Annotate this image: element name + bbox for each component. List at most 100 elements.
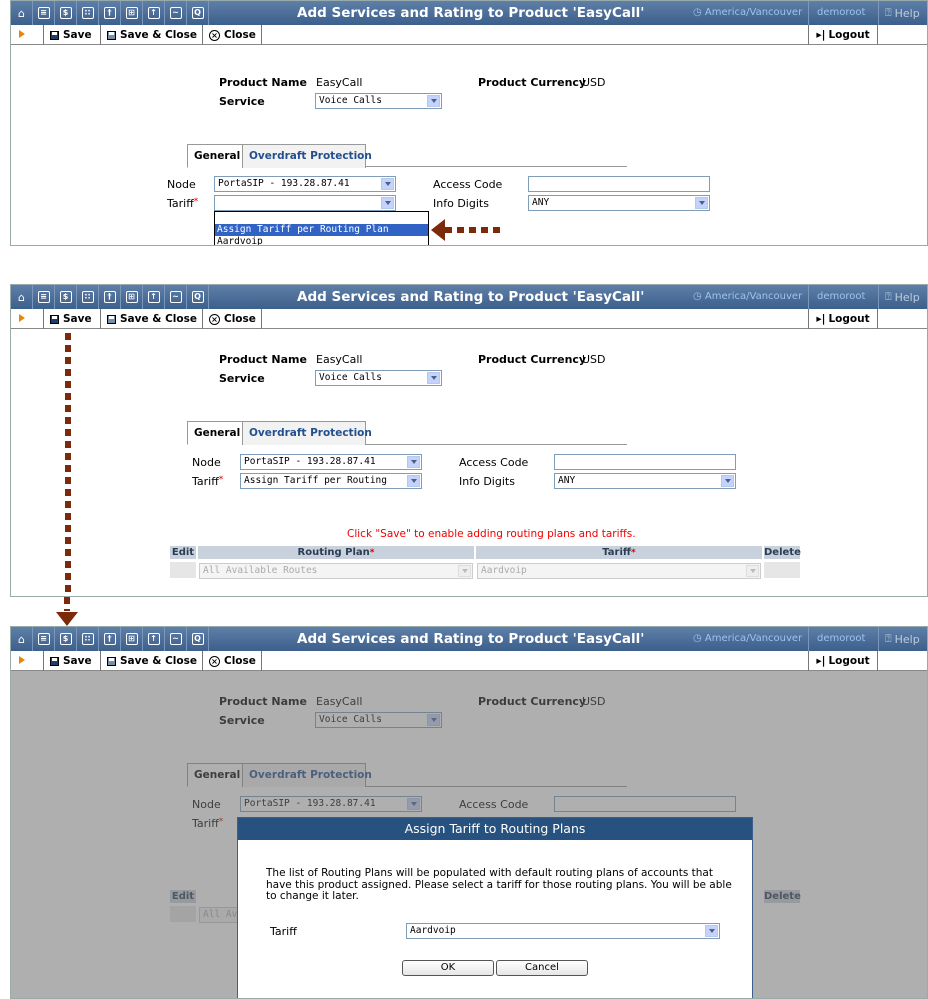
- upload-icon[interactable]: ↑: [143, 285, 165, 309]
- close-button[interactable]: × Close: [202, 25, 262, 45]
- disk-icon: [107, 30, 116, 40]
- network-icon[interactable]: ⊞: [121, 285, 143, 309]
- home-icon[interactable]: ⌂: [11, 627, 33, 651]
- chevron-down-icon: [721, 475, 734, 487]
- cancel-button[interactable]: Cancel: [496, 960, 588, 976]
- access-code-input[interactable]: [528, 176, 710, 192]
- help-link[interactable]: ⍰ Help: [878, 627, 920, 651]
- list-icon[interactable]: ≡: [33, 627, 55, 651]
- save-button[interactable]: Save: [43, 25, 100, 45]
- info-digits-label: Info Digits: [433, 197, 489, 210]
- home-icon[interactable]: ⌂: [11, 1, 33, 25]
- logout-button[interactable]: ▸| Logout: [808, 309, 878, 329]
- info-digits-select[interactable]: ANY: [528, 195, 710, 211]
- table-cell: [763, 561, 801, 579]
- timezone-link[interactable]: ◷ America/Vancouver: [693, 7, 802, 18]
- product-currency-label: Product Currency: [478, 76, 587, 89]
- tab-general[interactable]: General: [187, 144, 243, 168]
- chevron-down-icon: [458, 565, 471, 577]
- node-select[interactable]: PortaSIP - 193.28.87.41: [214, 176, 396, 192]
- ok-button[interactable]: OK: [402, 960, 494, 976]
- search-icon[interactable]: Q: [187, 627, 209, 651]
- service-select[interactable]: Voice Calls: [315, 370, 442, 386]
- list-icon[interactable]: ≡: [33, 1, 55, 25]
- service-label: Service: [219, 95, 265, 108]
- timezone-link[interactable]: ◷ America/Vancouver: [693, 633, 802, 644]
- timezone-link[interactable]: ◷ America/Vancouver: [693, 291, 802, 302]
- tariff-select[interactable]: [214, 195, 396, 211]
- node-select[interactable]: PortaSIP - 193.28.87.41: [240, 454, 422, 470]
- dollar-icon[interactable]: $: [55, 285, 77, 309]
- chart-icon[interactable]: ~: [165, 1, 187, 25]
- network-icon[interactable]: ⊞: [121, 1, 143, 25]
- service-select[interactable]: Voice Calls: [315, 93, 442, 109]
- dollar-icon[interactable]: $: [55, 1, 77, 25]
- dropdown-option-selected[interactable]: Assign Tariff per Routing Plan: [215, 224, 428, 236]
- chevron-down-icon: [695, 197, 708, 209]
- search-icon[interactable]: Q: [187, 285, 209, 309]
- user-link[interactable]: demoroot: [817, 7, 865, 18]
- annotation-dotted-line: [65, 333, 71, 596]
- person-icon[interactable]: †: [99, 627, 121, 651]
- help-link[interactable]: ⍰ Help: [878, 285, 920, 309]
- close-button[interactable]: × Close: [202, 309, 262, 329]
- toolbar-icons: ⌂ ≡ $ ∷ † ⊞ ↑ ~ Q: [11, 1, 209, 25]
- logout-icon: ▸|: [816, 655, 826, 667]
- info-digits-label: Info Digits: [459, 475, 515, 488]
- tariff-select[interactable]: Assign Tariff per Routing: [240, 473, 422, 489]
- tariff-label: Tariff*: [192, 475, 224, 488]
- close-button[interactable]: × Close: [202, 651, 262, 671]
- network-icon[interactable]: ⊞: [121, 627, 143, 651]
- screen-panel-2: ⌂ ≡ $ ∷ † ⊞ ↑ ~ Q Add Services and Ratin…: [10, 284, 928, 597]
- user-link[interactable]: demoroot: [817, 633, 865, 644]
- upload-icon[interactable]: ↑: [143, 627, 165, 651]
- dialog-tariff-select[interactable]: Aardvoip: [406, 923, 720, 939]
- help-icon: ⍰: [885, 290, 892, 303]
- person-icon[interactable]: †: [99, 1, 121, 25]
- screen-panel-3: ⌂ ≡ $ ∷ † ⊞ ↑ ~ Q Add Services and Ratin…: [10, 626, 928, 999]
- save-button[interactable]: Save: [43, 309, 100, 329]
- save-close-button[interactable]: Save & Close: [100, 309, 202, 329]
- logout-button[interactable]: ▸| Logout: [808, 651, 878, 671]
- action-bar: Save Save & Close × Close ▸| Logout: [11, 309, 927, 329]
- close-icon: ×: [209, 313, 220, 325]
- logout-button[interactable]: ▸| Logout: [808, 25, 878, 45]
- chart-icon[interactable]: ~: [165, 627, 187, 651]
- column-routing-plan: Routing Plan*: [197, 545, 475, 560]
- page-title: Add Services and Rating to Product 'Easy…: [297, 289, 645, 305]
- node-label: Node: [192, 456, 221, 469]
- search-icon[interactable]: Q: [187, 1, 209, 25]
- close-icon: ×: [209, 655, 220, 667]
- routing-plan-select: All Available Routes: [199, 563, 473, 579]
- action-bar: Save Save & Close × Close ▸| Logout: [11, 25, 927, 45]
- chevron-down-icon: [407, 456, 420, 468]
- dropdown-option[interactable]: [215, 212, 428, 224]
- dropdown-option[interactable]: Aardvoip: [215, 236, 428, 245]
- help-link[interactable]: ⍰ Help: [878, 1, 920, 25]
- save-close-button[interactable]: Save & Close: [100, 25, 202, 45]
- grid-icon[interactable]: ∷: [77, 285, 99, 309]
- column-tariff: Tariff*: [475, 545, 763, 560]
- title-bar: ⌂ ≡ $ ∷ † ⊞ ↑ ~ Q Add Services and Ratin…: [11, 627, 927, 651]
- dollar-icon[interactable]: $: [55, 627, 77, 651]
- info-digits-select[interactable]: ANY: [554, 473, 736, 489]
- annotation-arrow-icon: [56, 612, 78, 626]
- person-icon[interactable]: †: [99, 285, 121, 309]
- routing-tariff-select: Aardvoip: [477, 563, 761, 579]
- grid-icon[interactable]: ∷: [77, 627, 99, 651]
- list-icon[interactable]: ≡: [33, 285, 55, 309]
- user-link[interactable]: demoroot: [817, 291, 865, 302]
- save-close-button[interactable]: Save & Close: [100, 651, 202, 671]
- logout-icon: ▸|: [816, 29, 826, 41]
- home-icon[interactable]: ⌂: [11, 285, 33, 309]
- grid-icon[interactable]: ∷: [77, 1, 99, 25]
- upload-icon[interactable]: ↑: [143, 1, 165, 25]
- access-code-input[interactable]: [554, 454, 736, 470]
- chart-icon[interactable]: ~: [165, 285, 187, 309]
- tab-overdraft-protection[interactable]: Overdraft Protection: [242, 421, 372, 445]
- tab-overdraft-protection[interactable]: Overdraft Protection: [242, 144, 372, 168]
- save-button[interactable]: Save: [43, 651, 100, 671]
- title-bar: ⌂ ≡ $ ∷ † ⊞ ↑ ~ Q Add Services and Ratin…: [11, 1, 927, 25]
- product-name-value: EasyCall: [316, 76, 363, 89]
- tab-general[interactable]: General: [187, 421, 243, 445]
